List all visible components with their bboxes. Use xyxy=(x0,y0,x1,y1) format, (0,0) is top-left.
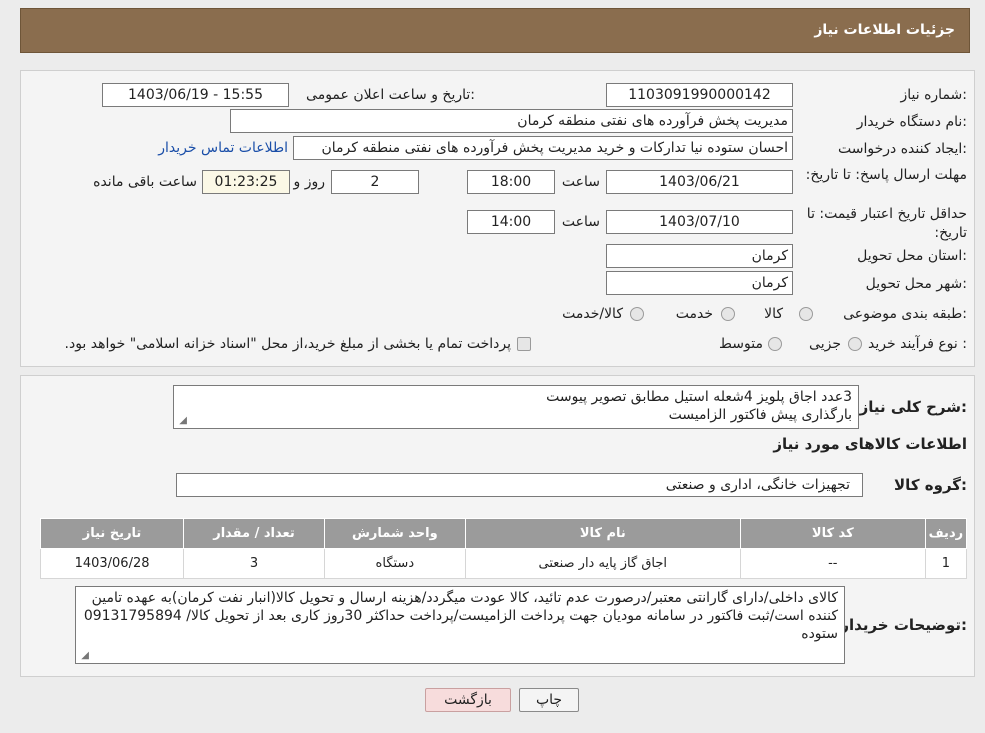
creator-label: ایجاد کننده درخواست: xyxy=(838,141,967,157)
process-medium-label: متوسط xyxy=(719,336,763,352)
cell-row: 1 xyxy=(924,548,968,579)
process-note: پرداخت تمام یا بخشی از مبلغ خرید،از محل … xyxy=(64,336,511,352)
buyer-label: نام دستگاه خریدار: xyxy=(856,114,967,130)
process-small-radio[interactable] xyxy=(848,337,862,351)
creator-field: احسان ستوده نیا تدارکات و خرید مدیریت پخ… xyxy=(293,136,793,160)
category-both-label: کالا/خدمت xyxy=(562,306,623,322)
description-line-2: بارگذاری پیش فاکتور الزامیست xyxy=(668,407,852,423)
category-goods-radio[interactable] xyxy=(799,307,813,321)
deadline-date-field: 1403/06/21 xyxy=(606,170,793,194)
buyer-notes-textarea: کالای داخلی/دارای گارانتی معتبر/درصورت ع… xyxy=(75,586,845,664)
page-header: جزئیات اطلاعات نیاز xyxy=(20,8,970,53)
col-name: نام کالا xyxy=(464,518,741,549)
description-textarea: 3عدد اجاق پلویز 4شعله استیل مطابق تصویر … xyxy=(173,385,859,429)
category-goods-label: کالا xyxy=(764,306,783,322)
buyer-field: مدیریت پخش فرآورده های نفتی منطقه کرمان xyxy=(230,109,793,133)
resize-grip-icon[interactable]: ◢ xyxy=(79,651,89,661)
table-row: 1 -- اجاق گاز پایه دار صنعتی دستگاه 3 14… xyxy=(39,548,968,579)
print-button[interactable]: چاپ xyxy=(519,688,579,712)
province-label: استان محل تحویل: xyxy=(857,248,967,264)
need-number-field: 1103091990000142 xyxy=(606,83,793,107)
category-label: طبقه بندی موضوعی: xyxy=(843,306,967,322)
announce-field: 1403/06/19 - 15:55 xyxy=(102,83,289,107)
remaining-label: ساعت باقی مانده xyxy=(93,174,197,190)
city-label: شهر محل تحویل: xyxy=(865,276,967,292)
cell-qty: 3 xyxy=(183,548,325,579)
city-field: کرمان xyxy=(606,271,793,295)
goods-group-field: تجهیزات خانگی، اداری و صنعتی xyxy=(176,473,863,497)
deadline-time-label: ساعت xyxy=(561,174,600,190)
col-unit: واحد شمارش xyxy=(323,518,466,549)
deadline-time-field: 18:00 xyxy=(467,170,555,194)
process-label: نوع فرآیند خرید : xyxy=(868,336,967,352)
col-row: ردیف xyxy=(924,518,968,549)
validity-time-field: 14:00 xyxy=(467,210,555,234)
resize-grip-icon[interactable]: ◢ xyxy=(177,416,187,426)
col-date: تاریخ نیاز xyxy=(39,518,185,549)
description-label: شرح کلی نیاز: xyxy=(859,398,967,416)
validity-time-label: ساعت xyxy=(561,214,600,230)
cell-date: 1403/06/28 xyxy=(39,548,185,579)
back-button[interactable]: بازگشت xyxy=(425,688,511,712)
announce-label: تاریخ و ساعت اعلان عمومی: xyxy=(306,87,475,103)
buyer-notes-label: توضیحات خریدار: xyxy=(840,616,967,634)
cell-name: اجاق گاز پایه دار صنعتی xyxy=(464,548,741,579)
col-qty: تعداد / مقدار xyxy=(183,518,325,549)
goods-group-label: گروه کالا: xyxy=(894,476,967,494)
goods-table-header: ردیف کد کالا نام کالا واحد شمارش تعداد /… xyxy=(39,518,968,549)
need-number-label: شماره نیاز: xyxy=(900,87,967,103)
process-small-label: جزیی xyxy=(809,336,841,352)
goods-section-title: اطلاعات کالاهای مورد نیاز xyxy=(773,435,967,453)
province-field: کرمان xyxy=(606,244,793,268)
cell-code: -- xyxy=(739,548,926,579)
cell-unit: دستگاه xyxy=(323,548,466,579)
days-label: روز و xyxy=(293,174,326,190)
validity-label: حداقل تاریخ اعتبار قیمت: تا تاریخ: xyxy=(806,206,967,241)
process-treasury-checkbox[interactable] xyxy=(517,337,531,351)
buyer-contact-link[interactable]: اطلاعات تماس خریدار xyxy=(158,140,288,156)
description-line-1: 3عدد اجاق پلویز 4شعله استیل مطابق تصویر … xyxy=(546,389,852,405)
category-service-label: خدمت xyxy=(675,306,713,322)
page-title: جزئیات اطلاعات نیاز xyxy=(814,22,955,38)
validity-date-field: 1403/07/10 xyxy=(606,210,793,234)
remaining-time-field: 01:23:25 xyxy=(202,170,290,194)
days-field: 2 xyxy=(331,170,419,194)
process-medium-radio[interactable] xyxy=(768,337,782,351)
col-code: کد کالا xyxy=(739,518,926,549)
buyer-notes-text: کالای داخلی/دارای گارانتی معتبر/درصورت ع… xyxy=(83,590,838,642)
category-service-radio[interactable] xyxy=(721,307,735,321)
goods-table: ردیف کد کالا نام کالا واحد شمارش تعداد /… xyxy=(39,518,968,579)
deadline-label: مهلت ارسال پاسخ: تا تاریخ: xyxy=(805,167,967,183)
category-both-radio[interactable] xyxy=(630,307,644,321)
